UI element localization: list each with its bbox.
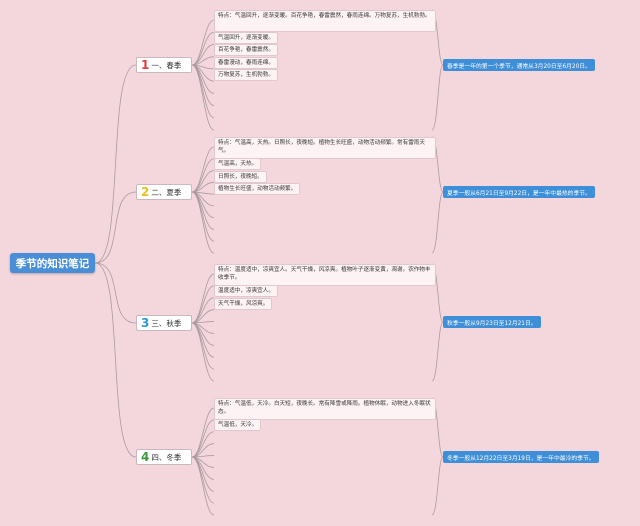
winter-leaf-features[interactable]: 特点：气温低，天冷。白天短，夜晚长。常有降雪或降雨。植物休眠，动物进入冬眠状态。 — [214, 398, 436, 420]
season-node-spring[interactable]: 1 一、春季 — [136, 57, 192, 73]
spring-leaf-2[interactable]: 百花争艳，春雷震然。 — [214, 44, 278, 56]
connector-lines — [94, 9, 444, 516]
spring-leaf-1[interactable]: 气温回升，逐渐变暖。 — [214, 32, 278, 44]
winter-branch-line — [191, 456, 215, 516]
season-node-autumn[interactable]: 3 三、秋季 — [136, 315, 192, 331]
root-to-summer-line — [94, 191, 137, 264]
winter-branch-line — [191, 456, 215, 480]
root-topic-label: 季节的知识笔记 — [15, 257, 90, 270]
root-topic[interactable]: 季节的知识笔记 — [10, 253, 95, 273]
winter-branch-line — [191, 456, 215, 504]
summer-leaf-3[interactable]: 植物生长旺盛，动物活动频繁。 — [214, 183, 301, 195]
season-label: 二、夏季 — [151, 187, 182, 197]
autumn-summary[interactable]: 秋季一般从9月23日至12月21日。 — [443, 316, 541, 328]
summer-leaf-2[interactable]: 日照长，夜晚短。 — [214, 171, 267, 183]
spring-branch-line — [191, 31, 215, 66]
season-number: 1 — [141, 58, 150, 72]
autumn-leaf-1[interactable]: 温度适中，凉爽宜人。 — [214, 285, 278, 297]
summer-branch-line — [191, 191, 215, 254]
spring-leaf-4[interactable]: 万物复苏，生机勃勃。 — [214, 69, 278, 81]
summer-branch-line — [191, 170, 215, 193]
summer-leaf-1[interactable]: 气温高，天热。 — [214, 158, 262, 170]
season-label: 三、秋季 — [151, 318, 182, 328]
spring-branch-line — [191, 19, 215, 66]
root-to-spring-line — [94, 64, 137, 264]
season-label: 一、春季 — [151, 60, 182, 70]
autumn-branch-line — [191, 322, 215, 346]
spring-branch-line — [191, 64, 215, 94]
spring-summary[interactable]: 春季是一年的第一个季节，通常从3月20日至6月20日。 — [443, 59, 595, 71]
winter-summary[interactable]: 冬季一般从12月22日至3月19日，是一年中最冷的季节。 — [443, 451, 599, 463]
mind-map-canvas: 季节的知识笔记 1 一、春季 特点：气温回升，逐渐变暖。百花争艳，春雷震然，春雨… — [0, 0, 640, 526]
autumn-branch-line — [191, 322, 215, 382]
autumn-branch-line — [191, 285, 215, 324]
season-label: 四、冬季 — [151, 452, 182, 462]
season-node-winter[interactable]: 4 四、冬季 — [136, 449, 192, 465]
season-node-summer[interactable]: 2 二、夏季 — [136, 184, 192, 200]
spring-branch-line — [191, 64, 215, 131]
spring-leaf-3[interactable]: 春雷漫动，春雨连绵。 — [214, 57, 278, 69]
summer-leaf-features[interactable]: 特点：气温高，天热。日照长，夜晚短。植物生长旺盛，动物活动频繁。常有雷雨天气。 — [214, 137, 436, 159]
autumn-branch-line — [191, 322, 215, 370]
summer-summary[interactable]: 夏季一般从6月21日至9月22日，是一年中最热的季节。 — [443, 186, 595, 198]
season-number: 4 — [141, 450, 150, 464]
season-number: 2 — [141, 185, 150, 199]
season-number: 3 — [141, 316, 150, 330]
spring-leaf-features[interactable]: 特点：气温回升，逐渐变暖。百花争艳，春雷震然，春雨连绵。万物复苏，生机勃勃。 — [214, 10, 436, 32]
root-to-autumn-line — [94, 262, 137, 324]
winter-branch-line — [191, 419, 215, 458]
winter-leaf-1[interactable]: 气温低，天冷。 — [214, 419, 262, 431]
autumn-leaf-features[interactable]: 特点：温度适中，凉爽宜人。天气干燥，风凉爽。植物叶子逐渐变黄，凋谢。农作物丰收季… — [214, 264, 436, 286]
autumn-leaf-2[interactable]: 天气干燥，风凉爽。 — [214, 298, 273, 310]
summer-branch-line — [191, 146, 215, 193]
